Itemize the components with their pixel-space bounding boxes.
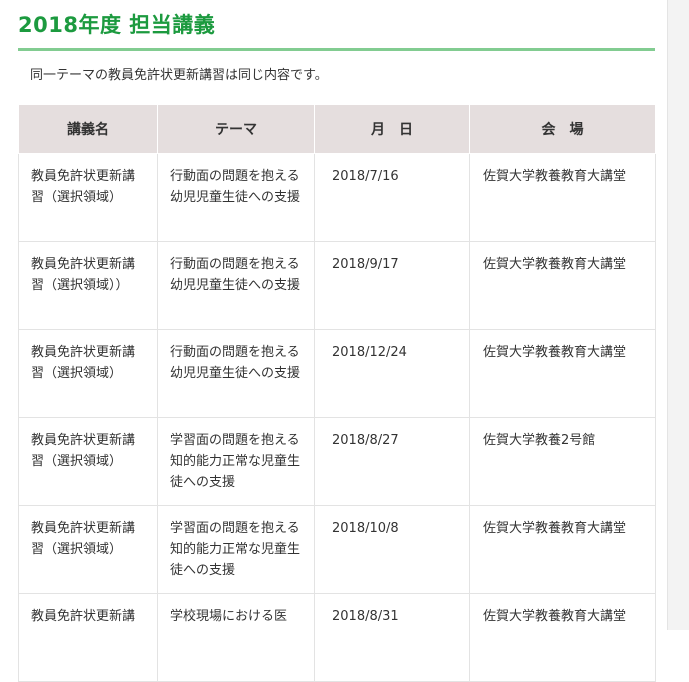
cell-venue: 佐賀大学教養教育大講堂 xyxy=(469,241,656,330)
header-theme: テーマ xyxy=(157,104,315,154)
cell-venue: 佐賀大学教養2号館 xyxy=(469,417,656,506)
table-row: 教員免許状更新講習（選択領域） 学習面の問題を抱える知的能力正常な児童生徒への支… xyxy=(18,505,656,594)
note-text: 同一テーマの教員免許状更新講習は同じ内容です。 xyxy=(30,68,328,83)
main-content: 2018年度 担当講義 同一テーマの教員免許状更新講習は同じ内容です。 講義名 … xyxy=(0,0,667,682)
cell-theme: 学習面の問題を抱える知的能力正常な児童生徒への支援 xyxy=(157,505,315,594)
cell-course-name: 教員免許状更新講習（選択領域） xyxy=(18,329,158,418)
header-course-name: 講義名 xyxy=(18,104,158,154)
cell-venue: 佐賀大学教養教育大講堂 xyxy=(469,153,656,242)
table-row: 教員免許状更新講 学校現場における医 2018/8/31 佐賀大学教養教育大講堂 xyxy=(18,593,656,682)
cell-theme: 行動面の問題を抱える幼児児童生徒への支援 xyxy=(157,329,315,418)
page-side-gutter xyxy=(667,0,689,630)
cell-date: 2018/8/27 xyxy=(314,417,470,506)
page-title: 2018年度 担当講義 xyxy=(18,13,216,37)
cell-venue: 佐賀大学教養教育大講堂 xyxy=(469,505,656,594)
cell-date: 2018/7/16 xyxy=(314,153,470,242)
cell-course-name: 教員免許状更新講 xyxy=(18,593,158,682)
cell-date: 2018/12/24 xyxy=(314,329,470,418)
cell-date: 2018/9/17 xyxy=(314,241,470,330)
cell-theme: 行動面の問題を抱える幼児児童生徒への支援 xyxy=(157,153,315,242)
cell-course-name: 教員免許状更新講習（選択領域） xyxy=(18,153,158,242)
cell-venue: 佐賀大学教養教育大講堂 xyxy=(469,593,656,682)
header-venue: 会 場 xyxy=(469,104,656,154)
title-underline xyxy=(18,48,655,51)
table-row: 教員免許状更新講習（選択領域） 学習面の問題を抱える知的能力正常な児童生徒への支… xyxy=(18,417,656,506)
cell-theme: 行動面の問題を抱える幼児児童生徒への支援 xyxy=(157,241,315,330)
table-row: 教員免許状更新講習（選択領域） 行動面の問題を抱える幼児児童生徒への支援 201… xyxy=(18,153,656,242)
lecture-table: 講義名 テーマ 月 日 会 場 教員免許状更新講習（選択領域） 行動面の問題を抱… xyxy=(18,104,656,682)
table-row: 教員免許状更新講習（選択領域）） 行動面の問題を抱える幼児児童生徒への支援 20… xyxy=(18,241,656,330)
cell-theme: 学習面の問題を抱える知的能力正常な児童生徒への支援 xyxy=(157,417,315,506)
cell-date: 2018/10/8 xyxy=(314,505,470,594)
cell-course-name: 教員免許状更新講習（選択領域） xyxy=(18,417,158,506)
header-date: 月 日 xyxy=(314,104,470,154)
cell-course-name: 教員免許状更新講習（選択領域）） xyxy=(18,241,158,330)
table-header-row: 講義名 テーマ 月 日 会 場 xyxy=(18,104,656,154)
cell-course-name: 教員免許状更新講習（選択領域） xyxy=(18,505,158,594)
table-row: 教員免許状更新講習（選択領域） 行動面の問題を抱える幼児児童生徒への支援 201… xyxy=(18,329,656,418)
cell-date: 2018/8/31 xyxy=(314,593,470,682)
cell-venue: 佐賀大学教養教育大講堂 xyxy=(469,329,656,418)
cell-theme: 学校現場における医 xyxy=(157,593,315,682)
